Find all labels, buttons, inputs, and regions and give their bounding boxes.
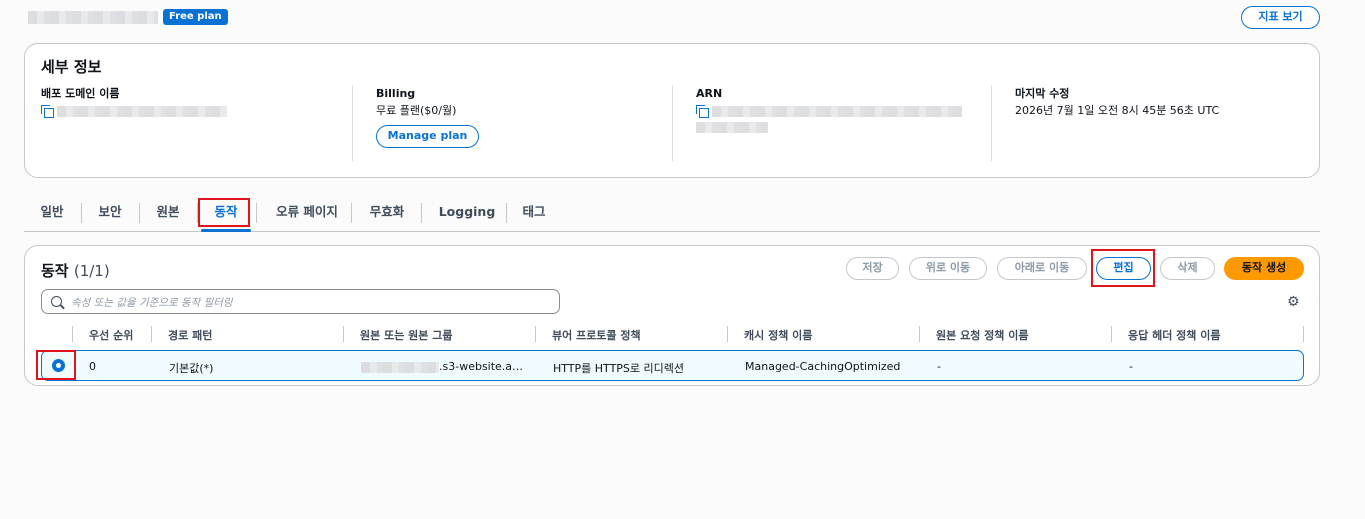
arn-redacted [711,105,962,117]
delete-button[interactable]: 삭제 [1160,257,1215,280]
tab-separator [506,203,507,223]
details-panel: 세부 정보 배포 도메인 이름 Billing 무료 플랜($0/월) Mana… [24,43,1320,178]
arn-label: ARN [696,87,723,100]
behaviors-title: 동작 (1/1) [41,260,110,281]
cell-viewer-protocol: HTTP를 HTTPS로 리디렉션 [553,362,684,375]
modified-label: 마지막 수정 [1015,87,1070,100]
domain-redacted [56,105,227,117]
top-bar: Free plan 지표 보기 [0,0,1365,36]
cell-response-headers-policy: - [1129,360,1133,373]
tab-error-pages[interactable]: 오류 페이지 [264,198,350,228]
tab-bar: 일반 보안 원본 동작 오류 페이지 무효화 Logging 태그 [24,198,1320,232]
column-header-origin[interactable]: 원본 또는 원본 그룹 [360,327,452,343]
tab-general[interactable]: 일반 [32,198,72,228]
tab-separator [351,203,352,223]
tab-invalidations[interactable]: 무효화 [360,198,414,228]
tab-separator [81,203,82,223]
tab-security[interactable]: 보안 [90,198,130,228]
distribution-name-redacted [28,11,158,24]
copy-icon[interactable] [41,105,54,118]
cell-path-pattern: 기본값(*) [169,362,214,375]
column-header-origin-request-policy[interactable]: 원본 요청 정책 이름 [936,327,1028,343]
billing-column: Billing 무료 플랜($0/월) Manage plan [376,87,666,162]
row-radio-button[interactable] [52,359,65,372]
column-separator [151,326,152,342]
cell-origin-request-policy: - [937,360,941,373]
tab-separator [256,203,257,223]
arn-redacted-line2 [696,122,768,133]
behaviors-title-text: 동작 [41,262,69,280]
column-header-cache-policy[interactable]: 캐시 정책 이름 [744,327,812,343]
arn-column: ARN [696,87,986,162]
save-button[interactable]: 저장 [846,257,899,280]
divider [672,86,673,161]
column-separator [1111,326,1112,342]
copy-icon[interactable] [696,105,709,118]
behaviors-count: (1/1) [73,262,110,280]
column-separator [72,326,73,342]
domain-value [41,103,341,119]
column-separator [343,326,344,342]
column-separator [919,326,920,342]
cell-origin: .s3-website.a… [361,360,523,373]
billing-label: Billing [376,87,416,100]
column-header-path-pattern[interactable]: 경로 패턴 [168,327,212,343]
modified-value: 2026년 7월 1일 오전 8시 45분 56초 UTC [1015,104,1220,117]
origin-suffix: .s3-website.a… [439,360,524,373]
plan-badge: Free plan [163,9,228,25]
search-icon [51,296,62,307]
behavior-filter-input[interactable]: 속성 또는 값을 기준으로 동작 필터링 [41,289,560,314]
column-header-viewer-protocol[interactable]: 뷰어 프로토콜 정책 [552,327,641,343]
move-up-button[interactable]: 위로 이동 [909,257,987,280]
edit-button[interactable]: 편집 [1096,257,1151,280]
billing-value: 무료 플랜($0/월) [376,104,457,117]
domain-column: 배포 도메인 이름 [41,87,341,162]
column-header-priority[interactable]: 우선 순위 [89,327,133,343]
domain-label: 배포 도메인 이름 [41,87,120,100]
behaviors-panel: 동작 (1/1) 저장 위로 이동 아래로 이동 편집 삭제 동작 생성 속성 … [24,245,1320,386]
origin-redacted [361,361,439,373]
tab-behaviors[interactable]: 동작 [201,198,251,232]
divider [352,86,353,161]
gear-icon[interactable]: ⚙ [1287,295,1300,309]
arn-value [696,103,986,119]
column-separator [727,326,728,342]
tab-tags[interactable]: 태그 [514,198,554,228]
modified-column: 마지막 수정 2026년 7월 1일 오전 8시 45분 56초 UTC [1015,87,1305,162]
column-separator [535,326,536,342]
table-row[interactable]: 0 기본값(*) .s3-website.a… HTTP를 HTTPS로 리디렉… [41,350,1304,381]
view-metrics-button[interactable]: 지표 보기 [1241,6,1320,29]
divider [991,86,992,161]
manage-plan-button[interactable]: Manage plan [376,125,479,148]
details-title: 세부 정보 [41,58,102,76]
column-header-response-headers-policy[interactable]: 응답 헤더 정책 이름 [1128,327,1220,343]
column-separator [1303,326,1304,342]
cell-cache-policy: Managed-CachingOptimized [745,360,901,373]
tab-separator [197,203,198,223]
move-down-button[interactable]: 아래로 이동 [997,257,1087,280]
create-behavior-button[interactable]: 동작 생성 [1224,257,1304,280]
cell-priority: 0 [89,360,96,373]
tab-origins[interactable]: 원본 [148,198,188,228]
tab-separator [139,203,140,223]
tab-separator [421,203,422,223]
tab-logging[interactable]: Logging [430,198,504,228]
filter-placeholder: 속성 또는 값을 기준으로 동작 필터링 [71,297,233,309]
